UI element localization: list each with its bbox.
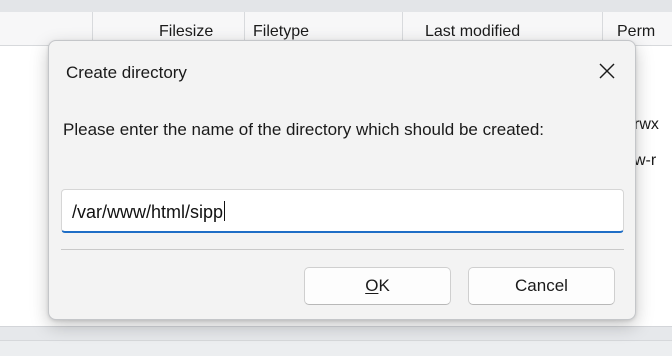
close-button[interactable] — [587, 53, 627, 89]
prompt-text: Please enter the name of the directory w… — [63, 120, 545, 139]
ok-mnemonic: O — [365, 276, 379, 295]
column-header-label: Filetype — [253, 23, 310, 40]
ok-label: K — [378, 276, 390, 295]
dialog-body: Please enter the name of the directory w… — [49, 103, 635, 321]
input-value: /var/www/html/sipp — [72, 202, 224, 222]
text-caret — [224, 201, 226, 221]
dialog-titlebar[interactable]: Create directory — [49, 41, 635, 103]
column-header-label: Last modified — [425, 23, 521, 40]
directory-name-input[interactable]: /var/www/html/sipp — [61, 189, 624, 233]
dialog-title: Create directory — [66, 63, 187, 82]
close-icon — [599, 63, 615, 79]
create-directory-dialog: Create directory Please enter the name o… — [48, 40, 636, 320]
table-row-permissions[interactable]: rwx — [634, 116, 659, 134]
status-divider — [0, 340, 672, 356]
column-header-label: Perm — [617, 23, 656, 40]
table-row-permissions[interactable]: w-r — [634, 152, 656, 170]
ftp-client-window: Filesize Filetype Last modified Perm rwx… — [0, 0, 672, 356]
ok-button[interactable]: OK — [304, 267, 451, 305]
column-header-label: Filesize — [159, 23, 214, 40]
dialog-separator — [61, 249, 624, 250]
cancel-button[interactable]: Cancel — [468, 267, 615, 305]
cancel-label: Cancel — [515, 276, 568, 295]
